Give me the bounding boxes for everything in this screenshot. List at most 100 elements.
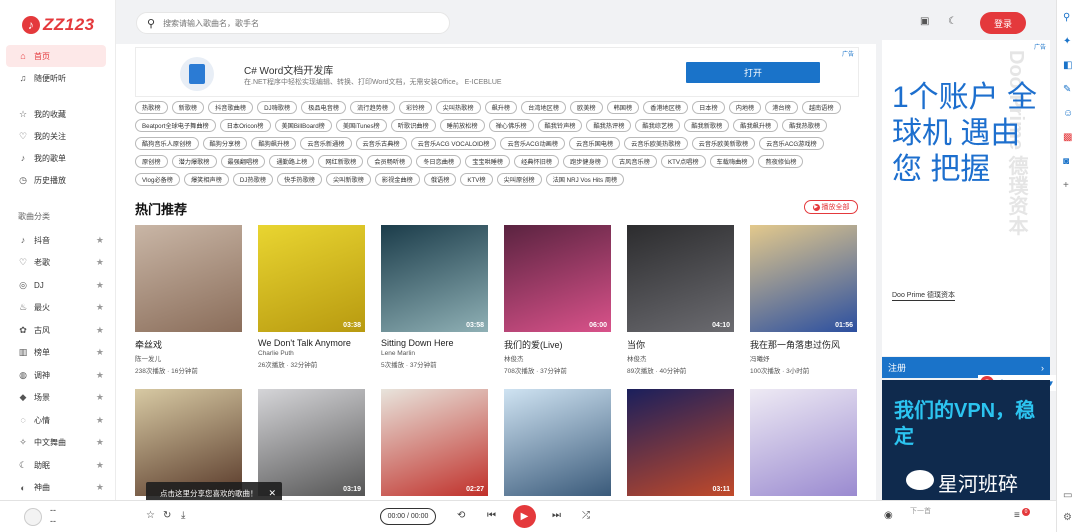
nav-item[interactable]: ♡ 我的关注 bbox=[6, 125, 106, 147]
album-cover[interactable]: 03:19 bbox=[258, 389, 365, 496]
search-icon[interactable]: ⚲ bbox=[1063, 12, 1070, 23]
album-cover[interactable]: 03:58 bbox=[381, 225, 488, 332]
star-icon[interactable]: ★ bbox=[96, 347, 104, 358]
chart-tag[interactable]: 热歌榜 bbox=[135, 101, 168, 114]
category-item[interactable]: ♪ 抖音 ★ bbox=[6, 229, 110, 252]
nav-item[interactable]: ♪ 我的歌单 bbox=[6, 147, 106, 169]
album-cover[interactable]: 02:27 bbox=[381, 389, 488, 496]
chart-tag[interactable]: 尖叫新歌榜 bbox=[325, 173, 371, 186]
category-item[interactable]: ✧ 中文舞曲 ★ bbox=[6, 432, 110, 455]
star-icon[interactable]: ★ bbox=[96, 415, 104, 426]
chart-tag[interactable]: 禅心佛乐榜 bbox=[488, 119, 534, 132]
chart-tag[interactable]: DJ嗨歌榜 bbox=[257, 101, 298, 114]
chart-tag[interactable]: KTV点唱榜 bbox=[660, 155, 706, 168]
album-cover[interactable] bbox=[504, 389, 611, 496]
song-title[interactable]: 我在那一角落患过伤风 bbox=[750, 338, 857, 351]
add-icon[interactable]: + bbox=[1063, 180, 1069, 191]
gear-icon[interactable]: ⚙ bbox=[1063, 512, 1072, 523]
song-artist[interactable]: 冯曦妤 bbox=[750, 353, 857, 363]
chart-tag[interactable]: 云音乐古典榜 bbox=[355, 137, 407, 150]
chart-tag[interactable]: 日本Oricon榜 bbox=[219, 119, 271, 132]
chart-tag[interactable]: 酷我热评榜 bbox=[586, 119, 632, 132]
download-icon[interactable]: ⤓ bbox=[181, 510, 185, 521]
category-item[interactable]: ◍ 调神 ★ bbox=[6, 364, 110, 387]
star-icon[interactable]: ★ bbox=[96, 392, 104, 403]
tag-icon[interactable]: ✦ bbox=[1063, 36, 1071, 47]
chart-tag[interactable]: 冬日恋曲榜 bbox=[416, 155, 462, 168]
volume-icon[interactable]: ◉ bbox=[884, 510, 893, 521]
right-ad-link[interactable]: Doo Prime 德璞资本 bbox=[892, 290, 956, 301]
chart-tag[interactable]: 俄语榜 bbox=[423, 173, 457, 186]
chart-tag[interactable]: 原创榜 bbox=[135, 155, 168, 168]
chart-tag[interactable]: 网红新歌榜 bbox=[318, 155, 364, 168]
chart-tag[interactable]: 宝宝哄睡榜 bbox=[465, 155, 511, 168]
people-icon[interactable]: ☺ bbox=[1063, 108, 1073, 119]
right-ad[interactable]: Doo Prime 德璞资本 广告 1个账户 全球机 遇由您 把握 Doo Pr… bbox=[882, 40, 1050, 356]
loop-icon[interactable]: ⟲ bbox=[457, 510, 465, 521]
chart-tag[interactable]: 爆笑相声榜 bbox=[183, 173, 229, 186]
nav-item[interactable]: ☆ 我的收藏 bbox=[6, 103, 106, 125]
chart-tag[interactable]: 云音乐欧美新歌榜 bbox=[691, 137, 756, 150]
previous-icon[interactable]: ⏮ bbox=[487, 510, 496, 521]
category-item[interactable]: ▥ 榜单 ★ bbox=[6, 342, 110, 365]
chart-tag[interactable]: 云音乐ACG动画榜 bbox=[500, 137, 566, 150]
chart-tag[interactable]: 跑步健身榜 bbox=[563, 155, 608, 168]
chart-tag[interactable]: 酷狗飙升榜 bbox=[251, 137, 297, 150]
office-icon[interactable]: ▩ bbox=[1063, 132, 1072, 143]
song-title[interactable]: We Don't Talk Anymore bbox=[258, 338, 365, 348]
star-icon[interactable]: ★ bbox=[96, 482, 104, 493]
chart-tag[interactable]: Vlog必备榜 bbox=[135, 173, 180, 186]
chart-tag[interactable]: 美国BillBoard榜 bbox=[274, 119, 332, 132]
category-item[interactable]: ◆ 场景 ★ bbox=[6, 387, 110, 410]
song-artist[interactable]: Charlie Puth bbox=[258, 350, 365, 357]
chart-tag[interactable]: 会员畅听榜 bbox=[367, 155, 413, 168]
album-cover[interactable]: 04:10 bbox=[627, 225, 734, 332]
song-card[interactable]: 01:56 我在那一角落患过伤风 冯曦妤 100次播放 · 3小时前 bbox=[750, 225, 857, 375]
album-cover[interactable]: 01:56 bbox=[750, 225, 857, 332]
chart-tag[interactable]: 日本榜 bbox=[692, 101, 725, 114]
chart-tag[interactable]: 法国 NRJ Vos Hits 周榜 bbox=[545, 173, 625, 186]
album-cover[interactable]: 03:38 bbox=[258, 225, 365, 332]
chart-tag[interactable]: 酷狗音乐人原创榜 bbox=[135, 137, 199, 150]
close-icon[interactable]: ✕ bbox=[268, 488, 276, 499]
chart-tag[interactable]: 极品电音榜 bbox=[301, 101, 347, 114]
song-title[interactable]: 我们的爱(Live) bbox=[504, 338, 611, 351]
favorite-icon[interactable]: ☆ bbox=[146, 510, 155, 521]
song-title[interactable]: Sitting Down Here bbox=[381, 338, 488, 348]
category-item[interactable]: ◌ 心情 ★ bbox=[6, 409, 110, 432]
song-card[interactable]: 04:10 当你 林俊杰 89次播放 · 40分钟前 bbox=[627, 225, 734, 375]
star-icon[interactable]: ★ bbox=[96, 370, 104, 381]
chart-tag[interactable]: 尖叫原创榜 bbox=[496, 173, 542, 186]
ad-banner[interactable]: C# Word文档开发库 在.NET程序中轻松实现编辑、转换、打印Word文档，… bbox=[135, 47, 859, 97]
chart-tag[interactable]: 通勤路上榜 bbox=[269, 155, 315, 168]
chart-tag[interactable]: 韩国榜 bbox=[606, 101, 640, 114]
chart-tag[interactable]: 影视金曲榜 bbox=[374, 173, 420, 186]
queue-icon[interactable]: ≡ bbox=[1014, 510, 1020, 521]
song-artist[interactable]: Lene Marlin bbox=[381, 350, 488, 357]
star-icon[interactable]: ★ bbox=[96, 280, 104, 291]
share-icon[interactable]: ↻ bbox=[163, 510, 171, 521]
star-icon[interactable]: ★ bbox=[96, 460, 104, 471]
song-card[interactable]: 03:11 bbox=[627, 389, 734, 504]
ad-open-button[interactable]: 打开 bbox=[686, 62, 820, 83]
category-item[interactable]: ◐ 神曲 ★ bbox=[6, 477, 110, 500]
chart-tag[interactable]: 台湾地区榜 bbox=[521, 101, 567, 114]
song-card[interactable]: 03:38 We Don't Talk Anymore Charlie Puth 26… bbox=[258, 225, 365, 369]
shuffle-icon[interactable]: ⤮ bbox=[582, 510, 590, 521]
star-icon[interactable]: ★ bbox=[96, 437, 104, 448]
site-logo[interactable]: ♪ ZZ123 bbox=[22, 14, 95, 36]
category-item[interactable]: ♡ 老歌 ★ bbox=[6, 252, 110, 275]
chart-tag[interactable]: DJ热歌榜 bbox=[232, 173, 274, 186]
chart-tag[interactable]: 车载嗨曲榜 bbox=[709, 155, 755, 168]
album-cover[interactable] bbox=[135, 225, 242, 332]
chart-tag[interactable]: 飙升榜 bbox=[484, 101, 518, 114]
nav-item[interactable]: ♫ 随便听听 bbox=[6, 67, 106, 89]
tools-icon[interactable]: ✎ bbox=[1063, 84, 1071, 95]
chart-tag[interactable]: 快手热歌榜 bbox=[277, 173, 322, 186]
search-input[interactable] bbox=[163, 18, 404, 28]
chart-tag[interactable]: 云音乐新通榜 bbox=[300, 137, 352, 150]
category-item[interactable]: ♨ 最火 ★ bbox=[6, 297, 110, 320]
album-cover[interactable] bbox=[135, 389, 242, 496]
chart-tag[interactable]: 云音乐欧美热歌榜 bbox=[624, 137, 688, 150]
chart-tag[interactable]: 香港地区榜 bbox=[643, 101, 689, 114]
